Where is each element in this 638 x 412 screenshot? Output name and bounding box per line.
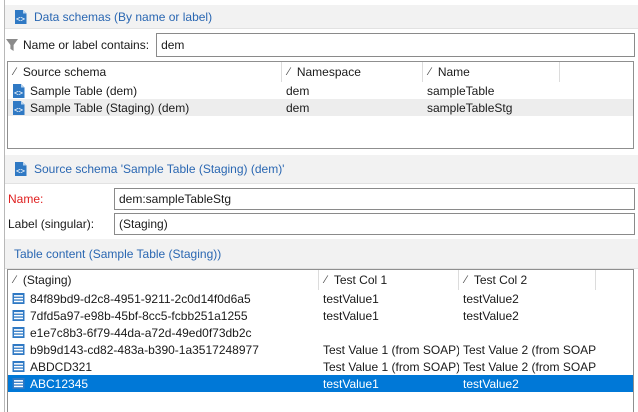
column-header-source-schema[interactable]: ∕ Source schema	[8, 62, 282, 82]
section-header-table-content: Table content (Sample Table (Staging))	[5, 239, 638, 269]
table-content-table: ∕ (Staging) ∕ Test Col 1 ∕ Test Col 2 84…	[7, 269, 634, 412]
svg-text:<>: <>	[16, 14, 26, 23]
table-content-header: ∕ (Staging) ∕ Test Col 1 ∕ Test Col 2	[8, 270, 633, 290]
name-input[interactable]	[114, 188, 635, 210]
content-table-row[interactable]: ABC12345testValue1testValue2	[8, 375, 633, 392]
sort-slash-icon: ∕	[288, 66, 290, 78]
column-header-empty	[560, 62, 633, 82]
table-rows-icon	[12, 326, 25, 339]
filter-row: Name or label contains:	[5, 33, 635, 57]
table-rows-icon	[12, 377, 25, 390]
section-header-data-schemas: <> Data schemas (By name or label)	[5, 5, 638, 29]
sort-slash-icon: ∕	[465, 274, 467, 286]
filter-label: Name or label contains:	[23, 38, 149, 52]
sort-slash-icon: ∕	[14, 66, 16, 78]
schemas-table: ∕ Source schema ∕ Namespace ∕ Name <>Sam…	[7, 61, 634, 149]
key-cell: <>Sample Table (dem)	[8, 84, 282, 98]
schema-table-row[interactable]: <>Sample Table (Staging) (dem)demsampleT…	[8, 99, 633, 116]
content-table-row[interactable]: e1e7c8b3-6f79-44da-a72d-49ed0f73db2c	[8, 324, 633, 341]
sort-slash-icon: ∕	[429, 66, 431, 78]
content-table-row[interactable]: 84f89bd9-d2c8-4951-9211-2c0d14f0d6a5test…	[8, 290, 633, 307]
content-table-row[interactable]: 7dfd5a97-e98b-45bf-8cc5-fcbb251a1255test…	[8, 307, 633, 324]
filter-input[interactable]	[156, 33, 635, 57]
key-cell: e1e7c8b3-6f79-44da-a72d-49ed0f73db2c	[8, 326, 319, 340]
name-field-label: Name:	[8, 192, 43, 206]
schema-document-icon: <>	[12, 101, 25, 115]
panel-left-border	[4, 0, 5, 412]
table-rows-icon	[12, 309, 25, 322]
svg-text:<>: <>	[16, 167, 26, 176]
column-header-staging[interactable]: ∕ (Staging)	[8, 270, 319, 290]
section-title-data-schemas: Data schemas (By name or label)	[34, 10, 212, 24]
column-header-name[interactable]: ∕ Name	[423, 62, 560, 82]
table-rows-icon	[12, 360, 25, 373]
schema-document-icon: <>	[14, 10, 27, 24]
table-rows-icon	[12, 292, 25, 305]
key-cell: 84f89bd9-d2c8-4951-9211-2c0d14f0d6a5	[8, 292, 319, 306]
filter-funnel-icon	[5, 38, 19, 52]
section-title-source-schema: Source schema 'Sample Table (Staging) (d…	[34, 162, 284, 176]
key-cell: ABC12345	[8, 377, 319, 391]
column-header-empty	[596, 270, 633, 290]
content-table-row[interactable]: ABDCD321Test Value 1 (from SOAP)Test Val…	[8, 358, 633, 375]
column-header-namespace[interactable]: ∕ Namespace	[282, 62, 423, 82]
data-schemas-window: <> Data schemas (By name or label) Name …	[0, 0, 638, 412]
key-cell: 7dfd5a97-e98b-45bf-8cc5-fcbb251a1255	[8, 309, 319, 323]
schema-document-icon: <>	[12, 84, 25, 98]
schema-table-row[interactable]: <>Sample Table (dem)demsampleTable	[8, 82, 633, 99]
svg-text:<>: <>	[14, 105, 24, 114]
sort-slash-icon: ∕	[325, 274, 327, 286]
sort-slash-icon: ∕	[14, 274, 16, 286]
table-content-body: 84f89bd9-d2c8-4951-9211-2c0d14f0d6a5test…	[8, 290, 633, 392]
column-header-test-col-1[interactable]: ∕ Test Col 1	[319, 270, 459, 290]
key-cell: b9b9d143-cd82-483a-b390-1a3517248977	[8, 343, 319, 357]
schemas-table-body: <>Sample Table (dem)demsampleTable<>Samp…	[8, 82, 633, 116]
key-cell: <>Sample Table (Staging) (dem)	[8, 101, 282, 115]
schemas-table-header: ∕ Source schema ∕ Namespace ∕ Name	[8, 62, 633, 82]
schema-document-icon: <>	[14, 162, 27, 176]
svg-text:<>: <>	[14, 88, 24, 97]
content-table-row[interactable]: b9b9d143-cd82-483a-b390-1a3517248977Test…	[8, 341, 633, 358]
column-header-test-col-2[interactable]: ∕ Test Col 2	[459, 270, 596, 290]
label-singular-input[interactable]	[114, 213, 635, 235]
section-title-table-content: Table content (Sample Table (Staging))	[14, 247, 221, 261]
label-singular-field-label: Label (singular):	[8, 217, 94, 231]
table-rows-icon	[12, 343, 25, 356]
section-header-source-schema: <> Source schema 'Sample Table (Staging)…	[5, 155, 638, 184]
key-cell: ABDCD321	[8, 360, 319, 374]
